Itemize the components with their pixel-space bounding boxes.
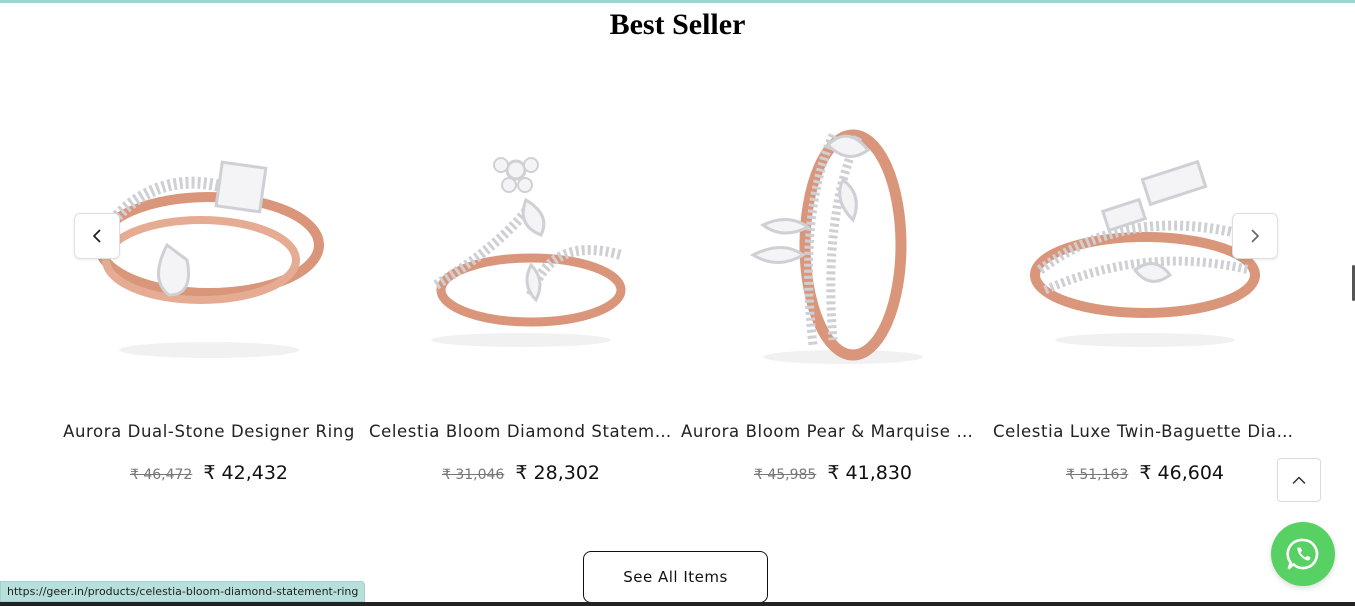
- product-card[interactable]: Celestia Luxe Twin-Baguette Diamond Ring…: [989, 70, 1301, 510]
- original-price: ₹ 51,163: [1065, 467, 1129, 483]
- carousel-next-button[interactable]: [1232, 213, 1278, 259]
- original-price: ₹ 46,472: [129, 467, 193, 483]
- chevron-left-icon: [93, 229, 101, 243]
- original-price: ₹ 31,046: [441, 467, 505, 483]
- sale-price: ₹ 46,604: [1139, 462, 1225, 484]
- product-image[interactable]: [677, 70, 989, 400]
- status-bar-url: https://geer.in/products/celestia-bloom-…: [0, 581, 366, 602]
- original-price: ₹ 45,985: [753, 467, 817, 483]
- bottom-bar: [0, 602, 1355, 606]
- ring-image: [431, 157, 626, 347]
- top-divider: [0, 0, 1355, 3]
- chevron-right-icon: [1251, 229, 1259, 243]
- product-prices: ₹ 51,163 ₹ 46,604: [989, 462, 1301, 484]
- chevron-up-icon: [1292, 476, 1306, 484]
- whatsapp-icon: [1286, 538, 1319, 570]
- sale-price: ₹ 42,432: [203, 462, 289, 484]
- product-prices: ₹ 45,985 ₹ 41,830: [677, 462, 989, 484]
- product-card[interactable]: Aurora Dual-Stone Designer Ring ₹ 46,472…: [53, 70, 365, 510]
- product-prices: ₹ 31,046 ₹ 28,302: [365, 462, 677, 484]
- section-title: Best Seller: [609, 8, 746, 41]
- product-card[interactable]: Aurora Bloom Pear & Marquise Diamond Rin…: [677, 70, 989, 510]
- product-name[interactable]: Celestia Bloom Diamond Statement Ring: [369, 422, 673, 441]
- sale-price: ₹ 28,302: [515, 462, 601, 484]
- carousel-prev-button[interactable]: [74, 213, 120, 259]
- product-prices: ₹ 46,472 ₹ 42,432: [53, 462, 365, 484]
- product-image[interactable]: [365, 70, 677, 400]
- product-carousel: Aurora Dual-Stone Designer Ring ₹ 46,472…: [53, 70, 1300, 510]
- product-name[interactable]: Aurora Bloom Pear & Marquise Diamond Rin…: [681, 422, 985, 441]
- product-name[interactable]: Aurora Dual-Stone Designer Ring: [57, 422, 361, 441]
- product-card[interactable]: Celestia Bloom Diamond Statement Ring ₹ …: [365, 70, 677, 510]
- ring-image: [749, 129, 923, 364]
- product-name[interactable]: Celestia Luxe Twin-Baguette Diamond Ring: [993, 422, 1297, 441]
- scroll-to-top-button[interactable]: [1277, 458, 1321, 502]
- sale-price: ₹ 41,830: [827, 462, 913, 484]
- see-all-items-button[interactable]: See All Items: [583, 551, 768, 603]
- whatsapp-chat-button[interactable]: [1271, 522, 1335, 586]
